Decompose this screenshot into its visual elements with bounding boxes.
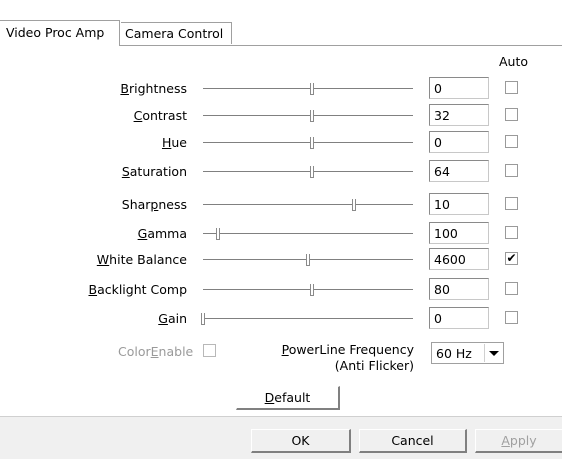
tab-camera-control[interactable]: Camera Control [121,22,232,44]
slider-thumb[interactable] [306,254,310,266]
backlight-comp-value[interactable]: 80 [429,278,489,300]
slider-thumb[interactable] [215,228,220,240]
cancel-button[interactable]: Cancel [359,429,467,453]
row-white-balance: White Balance 4600 ✔ [0,248,562,272]
slider-thumb[interactable] [310,137,315,149]
contrast-slider[interactable] [203,104,413,128]
powerline-frequency-label: PowerLine Frequency (Anti Flicker) [281,342,414,373]
chevron-down-icon[interactable] [484,344,502,362]
ok-button[interactable]: OK [251,429,351,453]
row-saturation: Saturation 64 [0,160,562,184]
white-balance-value[interactable]: 4600 [429,248,489,270]
powerline-frequency-value: 60 Hz [436,346,472,361]
default-button[interactable]: Default [236,386,340,410]
powerline-frequency-select[interactable]: 60 Hz [431,342,504,364]
apply-button[interactable]: Apply [475,429,562,453]
gain-auto-checkbox[interactable] [505,311,518,324]
sharpness-label: Sharpness [121,197,187,212]
brightness-auto-checkbox[interactable] [505,81,518,94]
row-contrast: Contrast 32 [0,104,562,128]
gain-value[interactable]: 0 [429,307,489,329]
row-sharpness: Sharpness 10 [0,193,562,217]
gamma-slider[interactable] [203,222,413,246]
color-enable-label: ColorEnable [118,344,194,359]
brightness-label: Brightness [120,81,187,96]
slider-track [203,142,413,144]
hue-slider[interactable] [203,131,413,155]
sharpness-slider[interactable] [203,193,413,217]
gamma-auto-checkbox[interactable] [505,226,518,239]
gamma-value[interactable]: 100 [429,222,489,244]
brightness-slider[interactable] [203,77,413,101]
tab-video-proc-amp[interactable]: Video Proc Amp [0,20,120,46]
hue-label: Hue [161,135,187,150]
gain-slider[interactable] [201,307,413,331]
contrast-label: Contrast [133,108,187,123]
auto-column-header: Auto [499,54,529,69]
row-brightness: Brightness 0 [0,77,562,101]
row-gain: Gain 0 [0,307,562,331]
backlight-comp-slider[interactable] [203,278,413,302]
slider-track [203,233,413,235]
saturation-label: Saturation [121,164,187,179]
white-balance-label: White Balance [96,252,187,267]
slider-track [203,204,413,206]
contrast-value[interactable]: 32 [429,104,489,126]
gain-label: Gain [158,311,187,326]
tab-bar: Video Proc Amp Camera Control [0,0,562,48]
slider-track [203,318,413,320]
row-backlight-comp: Backlight Comp 80 [0,278,562,302]
row-hue: Hue 0 [0,131,562,155]
slider-thumb[interactable] [310,166,315,178]
contrast-auto-checkbox[interactable] [505,108,518,121]
hue-auto-checkbox[interactable] [505,135,518,148]
saturation-auto-checkbox[interactable] [505,164,518,177]
slider-track [203,171,413,173]
row-gamma: Gamma 100 [0,222,562,246]
slider-track [203,115,413,117]
saturation-value[interactable]: 64 [429,160,489,182]
gamma-label: Gamma [137,226,187,241]
white-balance-slider[interactable] [203,248,413,272]
hue-value[interactable]: 0 [429,131,489,153]
color-enable-checkbox[interactable] [203,344,216,357]
brightness-value[interactable]: 0 [429,77,489,99]
white-balance-auto-checkbox[interactable]: ✔ [505,252,518,265]
slider-track [203,289,413,291]
slider-track [203,88,413,90]
slider-thumb[interactable] [310,83,315,95]
sharpness-value[interactable]: 10 [429,193,489,215]
backlight-comp-auto-checkbox[interactable] [505,282,518,295]
slider-thumb[interactable] [310,110,315,122]
saturation-slider[interactable] [203,160,413,184]
backlight-comp-label: Backlight Comp [88,282,187,297]
sharpness-auto-checkbox[interactable] [505,197,518,210]
slider-thumb[interactable] [201,313,205,325]
slider-thumb[interactable] [310,284,315,296]
slider-thumb[interactable] [352,199,357,211]
